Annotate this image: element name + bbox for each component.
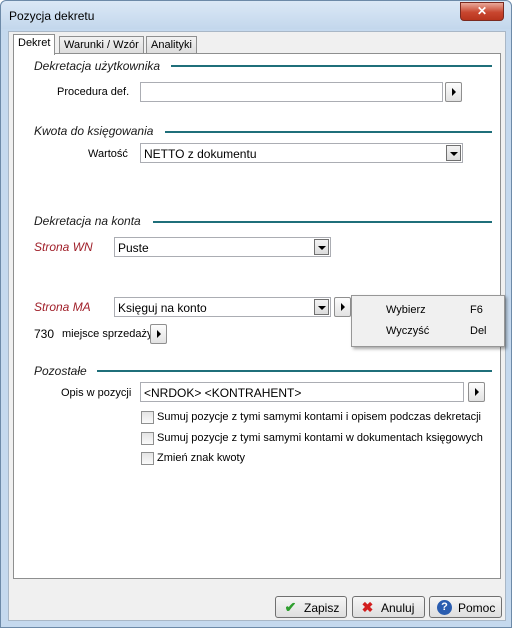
save-button-label: Zapisz — [304, 601, 340, 615]
cancel-button-label: Anuluj — [381, 601, 415, 615]
account-select-button[interactable] — [150, 324, 167, 344]
procedura-field[interactable] — [140, 82, 443, 102]
account-name: miejsce sprzedaży — [62, 328, 153, 340]
strona-wn-value: Puste — [118, 241, 149, 255]
account-number: 730 — [34, 327, 55, 341]
section-title-pozostale: Pozostałe — [34, 364, 87, 378]
strona-wn-label: Strona WN — [34, 240, 93, 254]
section-title-dekretacja-uzytkownika: Dekretacja użytkownika — [34, 59, 161, 73]
menu-item-label: Wyczyść — [386, 325, 430, 337]
section-divider — [97, 370, 492, 372]
cancel-button[interactable]: ✖ Anuluj — [352, 596, 425, 618]
wartosc-label: Wartość — [88, 148, 128, 160]
tab-dekret[interactable]: Dekret — [13, 34, 56, 55]
opis-input[interactable]: <NRDOK> <KONTRAHENT> — [140, 382, 464, 402]
check-icon: ✔ — [284, 599, 297, 615]
procedura-select-button[interactable] — [445, 82, 462, 102]
chevron-down-icon[interactable] — [314, 239, 329, 255]
x-icon: ✖ — [361, 599, 374, 615]
section-divider — [153, 221, 492, 223]
title-bar[interactable]: Pozycja dekretu ✕ — [1, 1, 511, 29]
section-title-dekretacja-konta: Dekretacja na konta — [34, 214, 141, 228]
tab-warunki-wzor[interactable]: Warunki / Wzór — [59, 36, 144, 54]
strona-ma-value: Księguj na konto — [118, 301, 207, 315]
help-button-label: Pomoc — [458, 601, 496, 615]
window-title: Pozycja dekretu — [9, 9, 95, 23]
menu-item-label: Wybierz — [386, 304, 426, 316]
opis-value: <NRDOK> <KONTRAHENT> — [144, 386, 302, 400]
checkbox-label: Zmień znak kwoty — [157, 452, 246, 464]
save-button[interactable]: ✔ Zapisz — [275, 596, 347, 618]
tab-label: Analityki — [151, 39, 192, 51]
menu-item-wyczysc[interactable]: Wyczyść Del — [352, 321, 504, 341]
help-button[interactable]: ? Pomoc — [429, 596, 502, 618]
strona-ma-label: Strona MA — [34, 300, 91, 314]
procedura-label: Procedura def. — [57, 86, 130, 98]
opis-label: Opis w pozycji — [61, 387, 132, 399]
help-icon: ? — [437, 600, 452, 615]
chevron-down-icon[interactable] — [446, 145, 461, 161]
checkbox-sumuj-opis[interactable] — [141, 411, 154, 424]
tab-label: Dekret — [18, 37, 51, 49]
menu-item-shortcut: Del — [470, 325, 487, 337]
chevron-down-icon[interactable] — [314, 299, 329, 315]
context-menu: Wybierz F6 Wyczyść Del — [351, 295, 505, 347]
menu-item-wybierz[interactable]: Wybierz F6 — [352, 300, 504, 320]
close-button[interactable]: ✕ — [460, 2, 504, 21]
strona-ma-dropdown[interactable]: Księguj na konto — [114, 297, 331, 317]
checkbox-sumuj-dokumenty[interactable] — [141, 432, 154, 445]
dialog-window: Pozycja dekretu ✕ Dekret Warunki / Wzór … — [0, 0, 512, 628]
close-icon: ✕ — [476, 4, 488, 18]
checkbox-label: Sumuj pozycje z tymi samymi kontami w do… — [157, 432, 483, 444]
section-divider — [165, 131, 492, 133]
opis-select-button[interactable] — [468, 382, 485, 402]
strona-ma-menu-button[interactable] — [334, 297, 351, 317]
tab-analityki[interactable]: Analityki — [146, 36, 197, 54]
checkbox-zmien-znak[interactable] — [141, 452, 154, 465]
checkbox-label: Sumuj pozycje z tymi samymi kontami i op… — [157, 411, 482, 423]
section-divider — [171, 65, 492, 67]
wartosc-dropdown[interactable]: NETTO z dokumentu — [140, 143, 463, 163]
strona-wn-dropdown[interactable]: Puste — [114, 237, 331, 257]
wartosc-value: NETTO z dokumentu — [144, 147, 257, 161]
tab-label: Warunki / Wzór — [64, 39, 139, 51]
menu-item-shortcut: F6 — [470, 304, 483, 316]
section-title-kwota: Kwota do księgowania — [34, 124, 154, 138]
